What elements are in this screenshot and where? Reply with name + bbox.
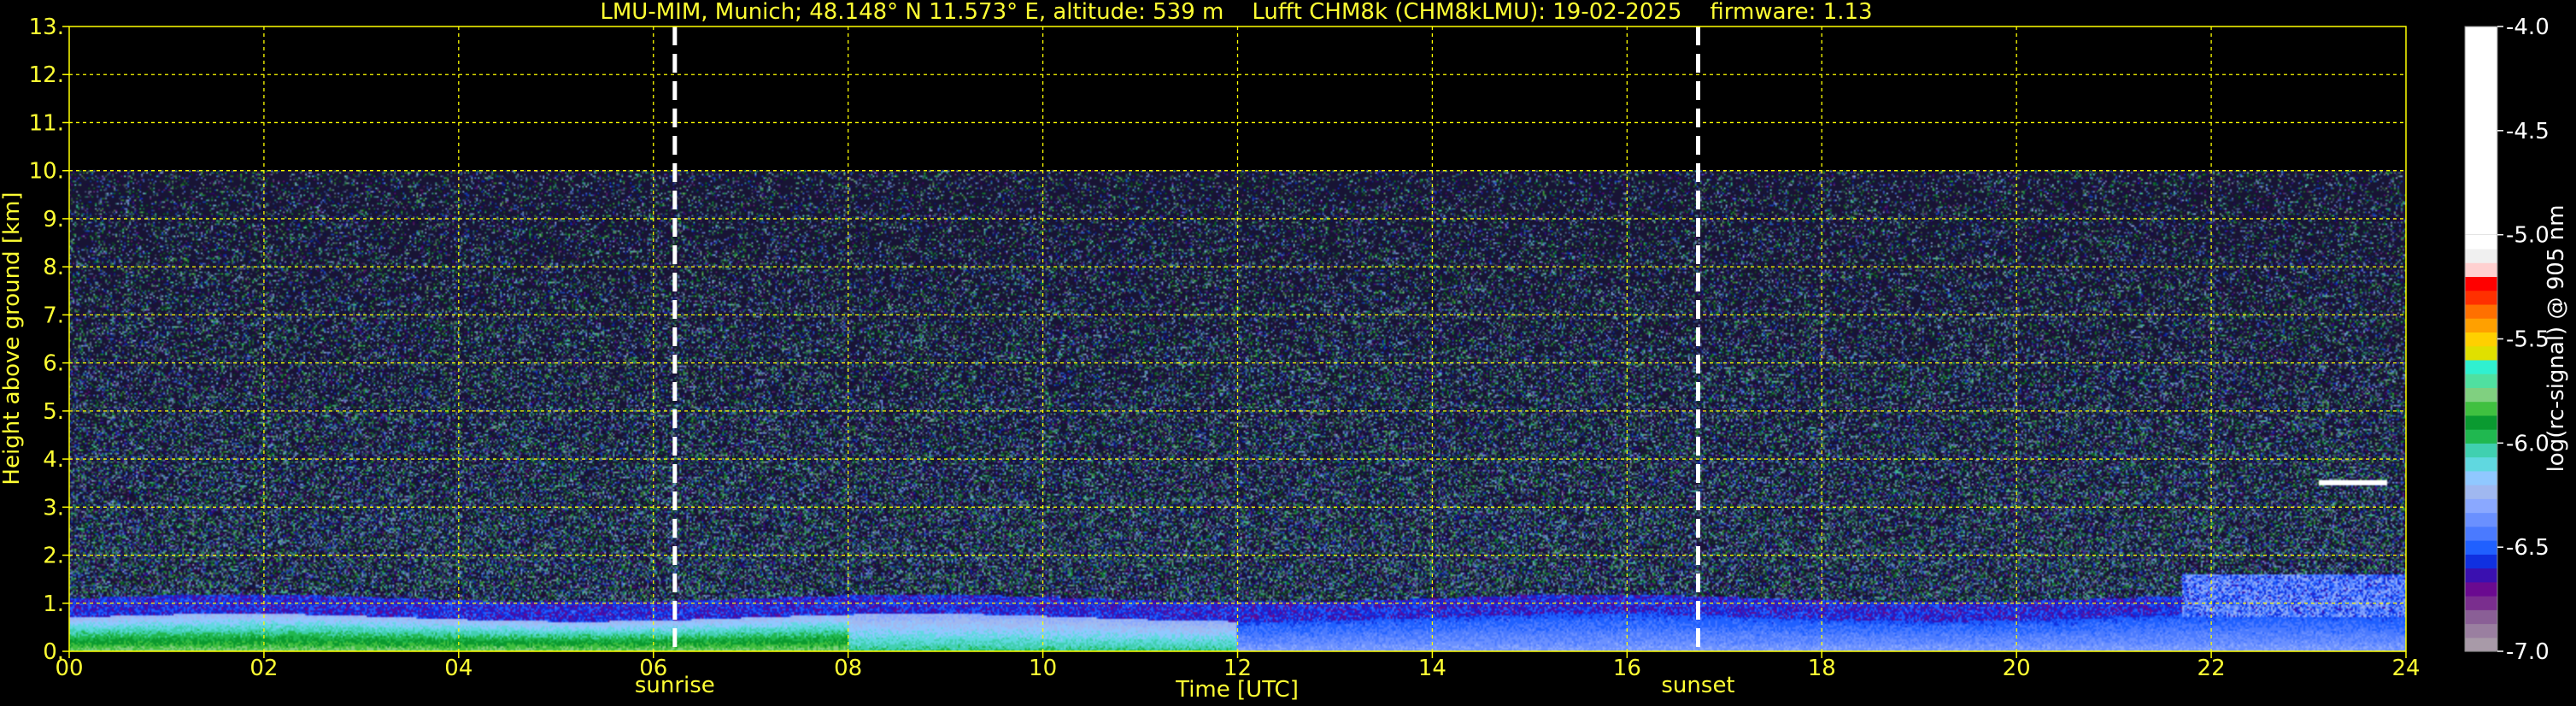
x-tick-label: 06 — [639, 656, 667, 681]
colorbar-segment — [2465, 26, 2497, 235]
x-tick-label: 02 — [249, 656, 278, 681]
y-tick-label: 4. — [43, 447, 64, 473]
plot-area — [69, 26, 2406, 651]
colorbar-segment — [2465, 512, 2497, 527]
y-tick-label: 9. — [43, 207, 64, 232]
colorbar-segment — [2465, 568, 2497, 583]
colorbar-segment — [2465, 303, 2497, 319]
colorbar-segment — [2465, 429, 2497, 444]
colorbar-segment — [2465, 290, 2497, 305]
colorbar-segment — [2465, 581, 2497, 597]
x-tick-label: 08 — [834, 656, 862, 681]
y-tick-label: 13. — [29, 15, 64, 40]
y-tick-label: 7. — [43, 303, 64, 328]
y-tick-label: 3. — [43, 495, 64, 521]
y-tick-label: 5. — [43, 399, 64, 425]
colorbar-segment — [2465, 596, 2497, 610]
colorbar-segment — [2465, 609, 2497, 625]
colorbar-segment — [2465, 456, 2497, 472]
y-axis-label: Height above ground [km] — [0, 191, 25, 485]
x-tick-label: 24 — [2391, 656, 2420, 681]
colorbar-segment — [2465, 374, 2497, 388]
colorbar-tick-label: -7.0 — [2506, 639, 2550, 665]
x-tick-label: 10 — [1029, 656, 1057, 681]
colorbar-segment — [2465, 637, 2497, 652]
colorbar-segment — [2465, 526, 2497, 541]
x-axis-label: Time [UTC] — [1175, 677, 1299, 703]
colorbar-segment — [2465, 262, 2497, 277]
colorbar-tick-label: -4.5 — [2506, 119, 2550, 144]
colorbar-segment — [2465, 540, 2497, 555]
x-tick-label: 16 — [1613, 656, 1641, 681]
chart-title: LMU-MIM, Munich; 48.148° N 11.573° E, al… — [600, 0, 1872, 25]
x-tick-label: 04 — [444, 656, 472, 681]
colorbar-segment — [2465, 470, 2497, 485]
colorbar-segment — [2465, 234, 2497, 250]
x-tick-label: 20 — [2003, 656, 2031, 681]
colorbar-segment — [2465, 485, 2497, 499]
y-tick-label: 0. — [43, 639, 64, 665]
colorbar-segment — [2465, 623, 2497, 638]
colorbar-segment — [2465, 387, 2497, 403]
colorbar-segment — [2465, 415, 2497, 430]
colorbar-segment — [2465, 248, 2497, 263]
colorbar-segment — [2465, 345, 2497, 361]
colorbar-segment — [2465, 359, 2497, 374]
sunset-label: sunset — [1661, 673, 1734, 698]
colorbar-tick-label: -4.0 — [2506, 15, 2550, 40]
colorbar-segment — [2465, 554, 2497, 569]
colorbar-segment — [2465, 498, 2497, 514]
colorbar-segment — [2465, 318, 2497, 332]
y-tick-label: 1. — [43, 591, 64, 617]
x-tick-label: 18 — [1808, 656, 1836, 681]
backscatter-signal-image — [69, 26, 2406, 651]
x-tick-label: 22 — [2198, 656, 2226, 681]
y-tick-label: 10. — [29, 159, 64, 185]
ceilometer-chart: LMU-MIM, Munich; 48.148° N 11.573° E, al… — [0, 0, 2576, 706]
colorbar-segment — [2465, 443, 2497, 458]
y-tick-label: 2. — [43, 544, 64, 569]
colorbar-label: log(rc-signal) @ 905 nm — [2544, 205, 2569, 473]
y-tick-label: 11. — [29, 110, 64, 136]
colorbar-segment — [2465, 332, 2497, 347]
y-tick-label: 6. — [43, 351, 64, 377]
x-tick-label: 14 — [1418, 656, 1446, 681]
colorbar-tick-label: -6.5 — [2506, 535, 2550, 561]
y-tick-label: 12. — [29, 62, 64, 88]
y-tick-label: 8. — [43, 255, 64, 280]
colorbar-segment — [2465, 401, 2497, 416]
colorbar-segment — [2465, 276, 2497, 291]
